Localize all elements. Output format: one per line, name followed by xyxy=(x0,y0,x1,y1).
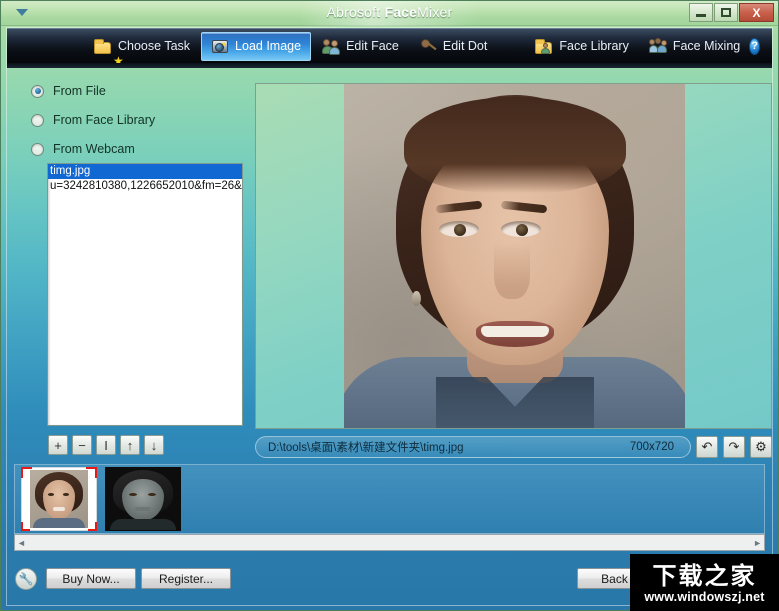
move-down-button[interactable]: ↓ xyxy=(144,435,164,455)
watermark-chinese-text: 下载之家 xyxy=(653,562,757,590)
thumbnail-strip xyxy=(14,464,765,534)
people-group-icon xyxy=(649,38,668,55)
nav-item-face-library[interactable]: Face Library xyxy=(526,32,637,61)
buy-now-button[interactable]: Buy Now... xyxy=(46,568,136,589)
nav-item-face-mixing[interactable]: Face Mixing xyxy=(640,32,749,61)
radio-indicator-from-webcam xyxy=(31,143,44,156)
window-controls: X xyxy=(689,3,774,22)
window-title-prefix: Abrosoft xyxy=(327,4,385,20)
thumbnail-gray-portrait[interactable] xyxy=(105,467,181,531)
help-icon[interactable]: ? xyxy=(749,38,760,55)
window-title-suffix: Mixer xyxy=(417,4,452,20)
file-list-toolbar: + − I ↑ ↓ xyxy=(48,435,164,455)
nav-item-choose-task[interactable]: ★ Choose Task xyxy=(85,32,199,61)
radio-from-webcam[interactable]: From Webcam xyxy=(31,142,135,156)
preview-image xyxy=(344,83,685,429)
thumbnail-image xyxy=(106,468,180,530)
remove-button[interactable]: − xyxy=(72,435,92,455)
scroll-left-arrow-icon[interactable]: ◄ xyxy=(17,538,26,548)
close-button[interactable]: X xyxy=(739,3,774,22)
minimize-button[interactable] xyxy=(689,3,713,22)
image-path-field[interactable]: D:\tools\桌面\素材\新建文件夹\timg.jpg 700x720 xyxy=(255,436,691,458)
brush-icon xyxy=(419,38,438,55)
file-list[interactable]: timg.jpg u=3242810380,1226652010&fm=26&g… xyxy=(47,163,243,426)
maximize-icon xyxy=(721,8,731,17)
application-window: Abrosoft FaceMixer X ★ Choose Task Load … xyxy=(0,0,779,611)
window-title-bold: Face xyxy=(384,4,417,20)
radio-label-from-webcam: From Webcam xyxy=(53,142,135,156)
window-title: Abrosoft FaceMixer xyxy=(0,4,779,20)
thumbnail-color-portrait[interactable] xyxy=(21,467,97,531)
navigation-bar-shadow xyxy=(7,63,772,68)
radio-label-from-face-library: From Face Library xyxy=(53,113,155,127)
folder-star-icon: ★ xyxy=(94,38,113,55)
scroll-right-arrow-icon[interactable]: ► xyxy=(753,538,762,548)
nav-label-face-library: Face Library xyxy=(559,39,628,53)
nav-label-load-image: Load Image xyxy=(235,39,301,53)
thumbnail-image xyxy=(30,470,88,528)
file-list-item[interactable]: timg.jpg xyxy=(48,164,242,179)
rename-button[interactable]: I xyxy=(96,435,116,455)
radio-label-from-file: From File xyxy=(53,84,106,98)
file-list-item[interactable]: u=3242810380,1226652010&fm=26&gp= xyxy=(48,179,242,194)
image-path-bar: D:\tools\桌面\素材\新建文件夹\timg.jpg 700x720 ↶ … xyxy=(255,434,772,460)
add-button[interactable]: + xyxy=(48,435,68,455)
settings-button[interactable]: ⚙ xyxy=(750,436,772,458)
nav-item-edit-face[interactable]: Edit Face xyxy=(313,32,408,61)
camera-icon xyxy=(211,38,230,55)
people-icon xyxy=(322,38,341,55)
nav-label-choose-task: Choose Task xyxy=(118,39,190,53)
radio-from-file[interactable]: From File xyxy=(31,84,106,98)
radio-from-face-library[interactable]: From Face Library xyxy=(31,113,155,127)
thumbnail-scrollbar[interactable]: ◄ ► xyxy=(14,534,765,551)
wrench-icon[interactable]: 🔧 xyxy=(15,568,37,590)
maximize-button[interactable] xyxy=(714,3,738,22)
nav-item-edit-dot[interactable]: Edit Dot xyxy=(410,32,496,61)
rotate-right-button[interactable]: ↷ xyxy=(723,436,745,458)
main-navigation-bar: ★ Choose Task Load Image Edit Face xyxy=(7,28,772,63)
radio-indicator-from-file xyxy=(31,85,44,98)
nav-item-load-image[interactable]: Load Image xyxy=(201,32,311,61)
nav-label-edit-dot: Edit Dot xyxy=(443,39,487,53)
back-button[interactable]: Back xyxy=(577,568,652,589)
image-dimensions-text: 700x720 xyxy=(630,441,678,453)
nav-label-face-mixing: Face Mixing xyxy=(673,39,740,53)
move-up-button[interactable]: ↑ xyxy=(120,435,140,455)
register-button[interactable]: Register... xyxy=(141,568,231,589)
watermark-url-text: www.windowszj.net xyxy=(644,590,764,604)
image-preview-panel[interactable] xyxy=(255,83,772,429)
radio-indicator-from-face-library xyxy=(31,114,44,127)
folder-person-icon xyxy=(535,38,554,55)
minimize-icon xyxy=(696,14,706,17)
title-bar: Abrosoft FaceMixer X xyxy=(0,0,779,26)
nav-label-edit-face: Edit Face xyxy=(346,39,399,53)
rotate-left-button[interactable]: ↶ xyxy=(696,436,718,458)
watermark-overlay: 下载之家 www.windowszj.net xyxy=(630,554,779,611)
image-path-text: D:\tools\桌面\素材\新建文件夹\timg.jpg xyxy=(268,439,464,455)
